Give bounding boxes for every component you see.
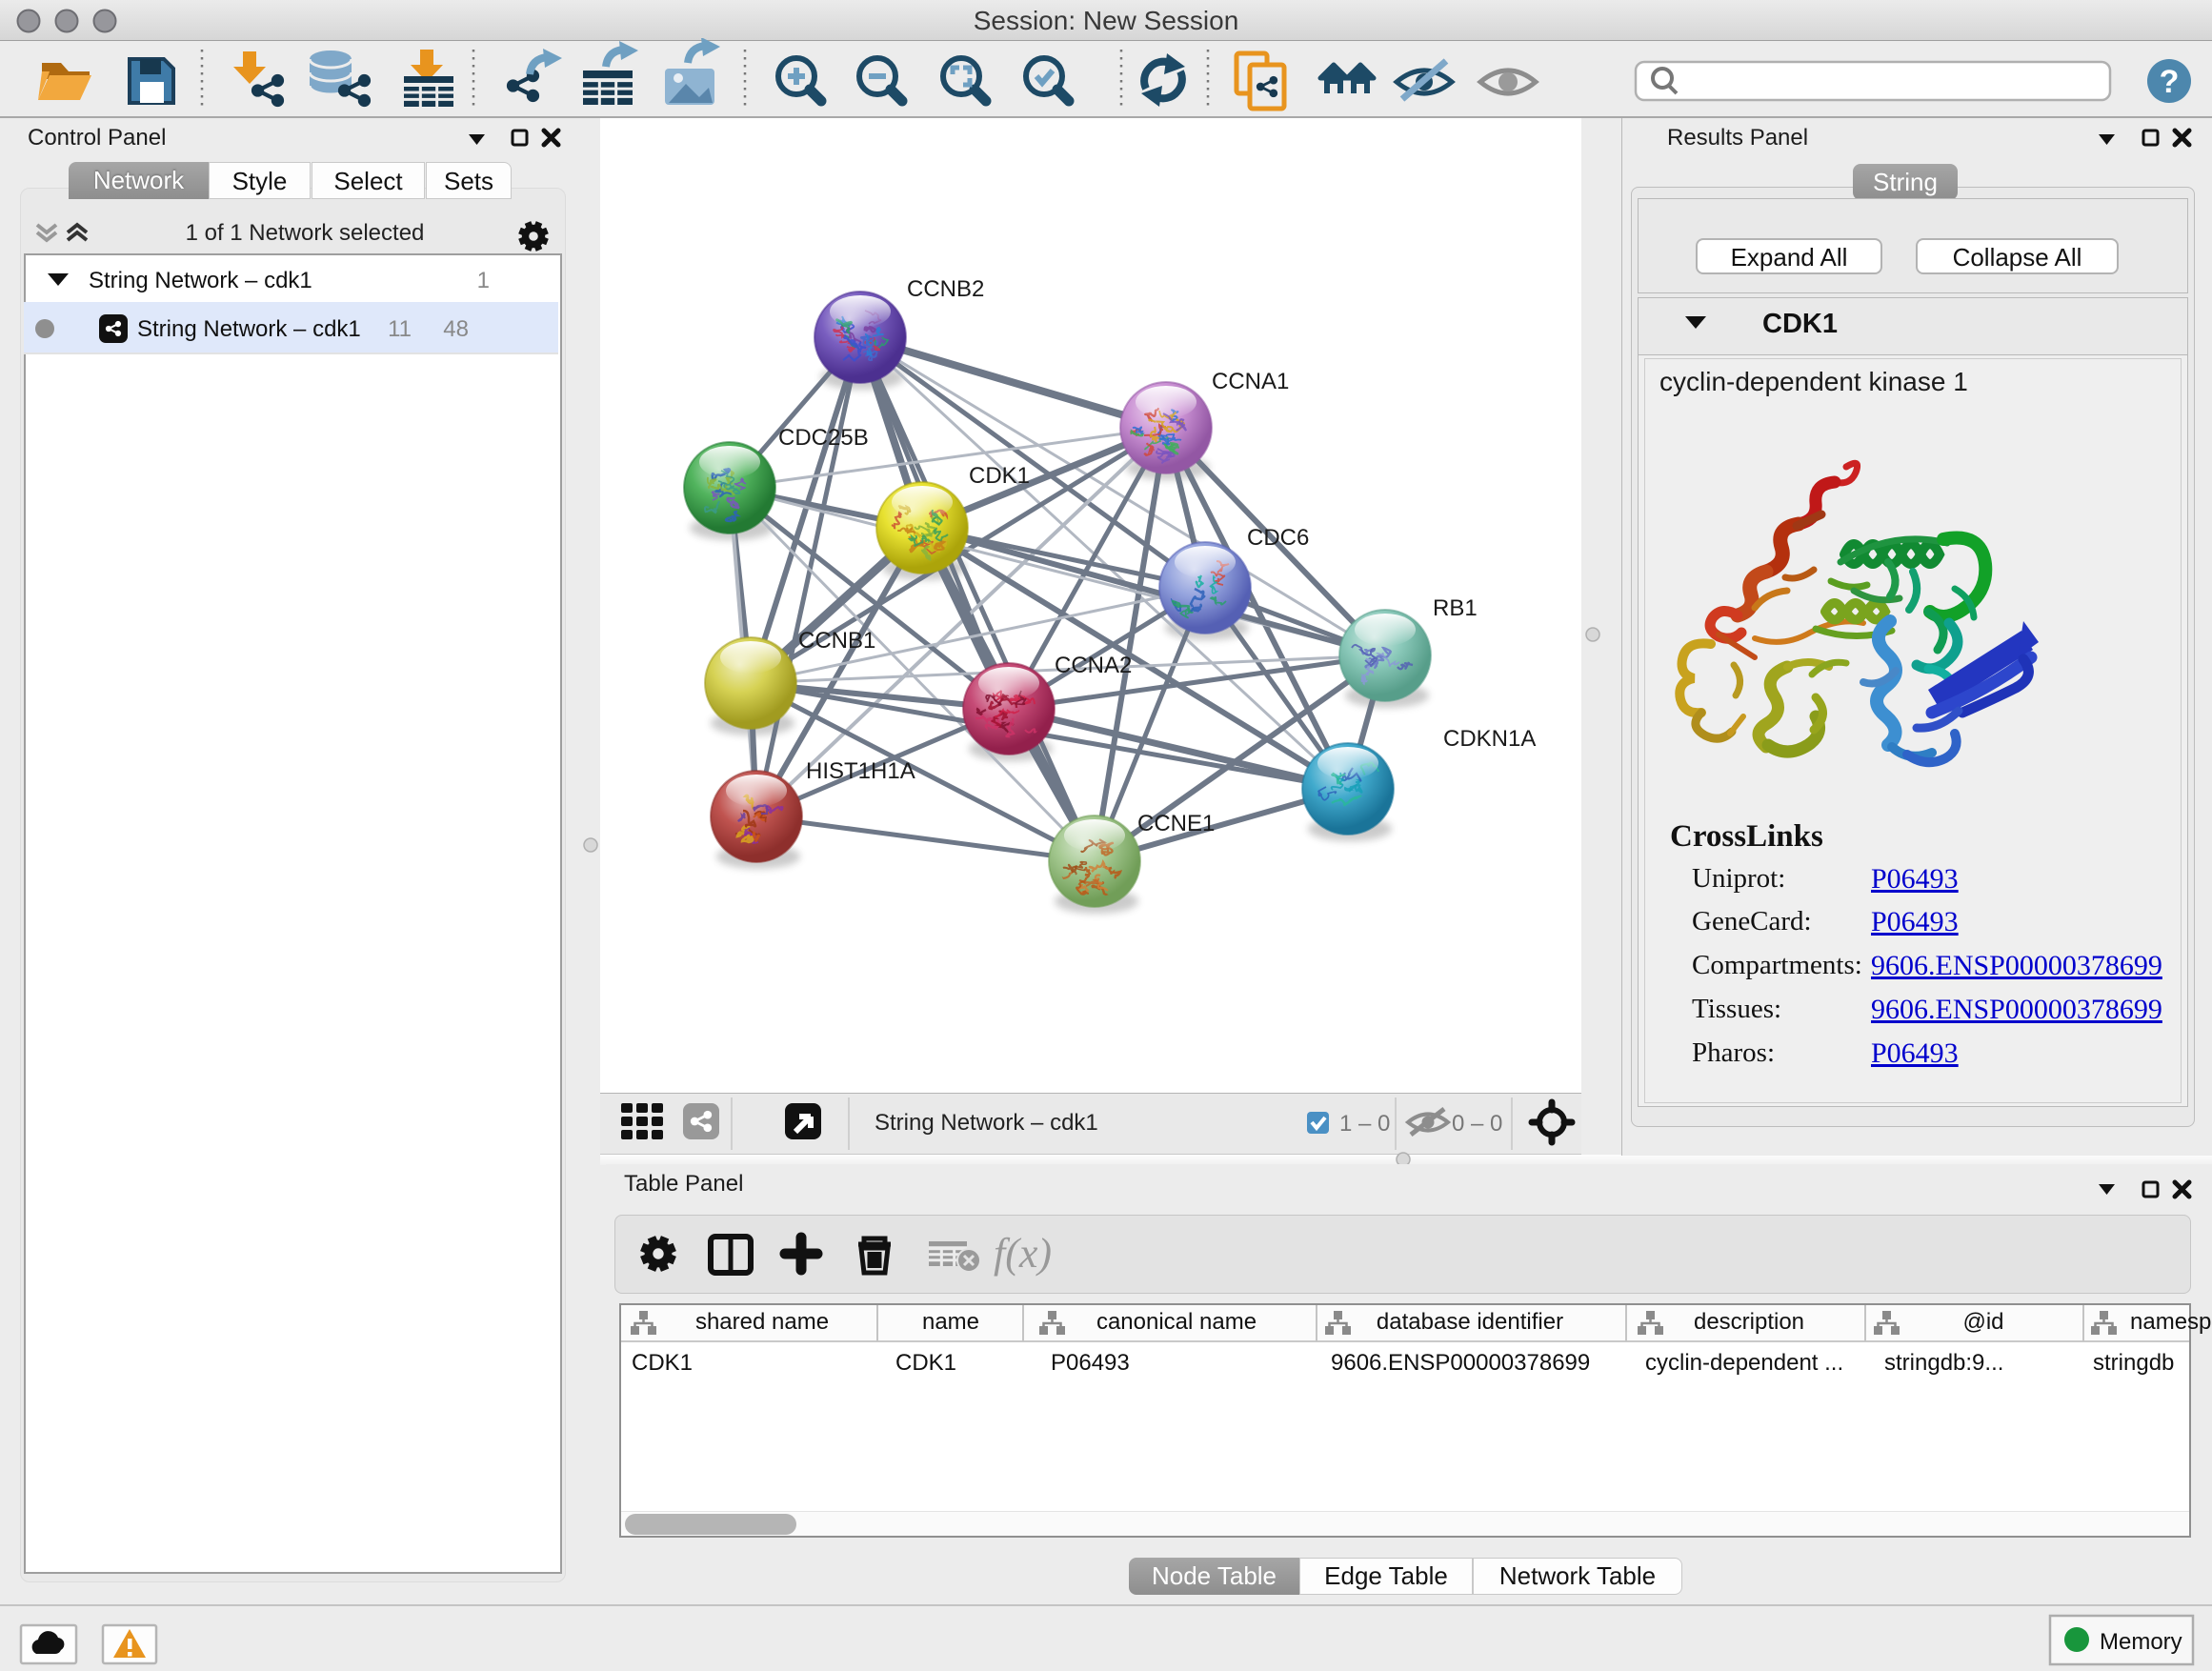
svg-text:CCNE1: CCNE1 (1137, 811, 1215, 836)
svg-text:CDKN1A: CDKN1A (1443, 726, 1536, 752)
svg-text:Memory: Memory (2100, 1629, 2182, 1655)
svg-text:CCNB1: CCNB1 (798, 628, 875, 654)
svg-text:CCNA2: CCNA2 (1055, 653, 1132, 678)
svg-text:CDC25B: CDC25B (778, 425, 869, 451)
svg-text:f(x): f(x) (994, 1230, 1052, 1277)
svg-text:?: ? (2160, 64, 2180, 100)
svg-text:HIST1H1A: HIST1H1A (806, 758, 915, 784)
svg-text:CCNB2: CCNB2 (907, 276, 984, 302)
svg-text:RB1: RB1 (1433, 595, 1478, 621)
svg-text:CDK1: CDK1 (969, 463, 1030, 489)
svg-text:CDC6: CDC6 (1247, 525, 1309, 551)
svg-text:CCNA1: CCNA1 (1212, 369, 1289, 394)
